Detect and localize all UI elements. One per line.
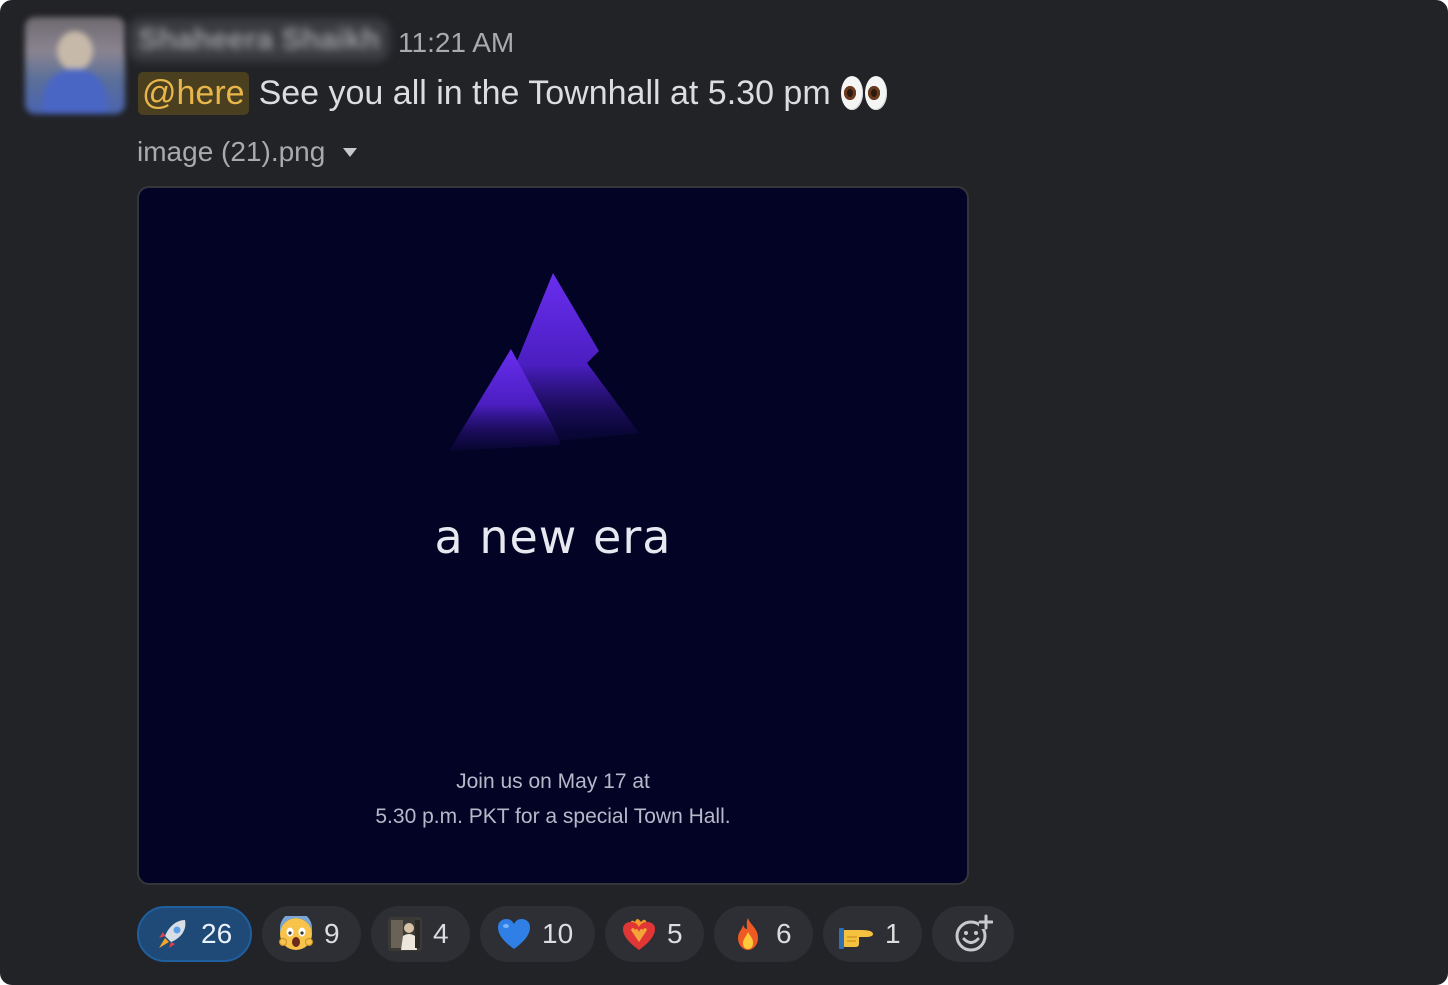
reaction-count: 6 <box>776 918 792 949</box>
reaction-blue-heart[interactable]: 10 <box>480 906 595 962</box>
add-emoji-icon <box>955 914 993 952</box>
attachment-filename[interactable]: image (21).png <box>137 132 325 172</box>
message-body: See you all in the Townhall at 5.30 pm <box>258 73 831 112</box>
timestamp[interactable]: 11:21 AM <box>398 26 514 60</box>
reaction-count: 9 <box>324 918 340 949</box>
brand-logo <box>449 273 639 451</box>
eyes-emoji <box>840 76 887 110</box>
reaction-rocket[interactable]: 26 <box>137 906 252 962</box>
attachment-header: image (21).png <box>137 132 358 172</box>
reaction-count: 10 <box>542 918 574 949</box>
reaction-count: 26 <box>201 918 233 949</box>
rocket-emoji <box>155 916 191 952</box>
message-text: @here See you all in the Townhall at 5.3… <box>138 70 887 116</box>
message-panel: Shaheera Shaikh 11:21 AM @here See you a… <box>0 0 1448 985</box>
avatar[interactable] <box>25 17 125 114</box>
reaction-fire[interactable]: 6 <box>714 906 813 962</box>
custom-person-icon <box>387 916 423 952</box>
invite-line-2: 5.30 p.m. PKT for a special Town Hall. <box>375 805 731 828</box>
attachment-image[interactable]: a new era Join us on May 17 at 5.30 p.m.… <box>137 186 969 885</box>
reaction-count: 5 <box>667 918 683 949</box>
reaction-pointing-hand[interactable]: 1 <box>823 906 922 962</box>
reaction-custom-person[interactable]: 4 <box>371 906 470 962</box>
username[interactable]: Shaheera Shaikh <box>128 18 390 62</box>
reaction-count: 1 <box>885 918 901 949</box>
invite-line-1: Join us on May 17 at <box>456 770 650 793</box>
screaming-face-icon <box>278 916 314 952</box>
fire-icon <box>730 916 766 952</box>
here-mention[interactable]: @here <box>138 71 249 115</box>
tagline: a new era <box>434 510 672 564</box>
add-reaction-button[interactable] <box>932 906 1014 962</box>
blue-heart-icon <box>496 916 532 952</box>
reaction-bar: 26 9 4 10 5 6 1 <box>137 906 1014 962</box>
reaction-count: 4 <box>433 918 449 949</box>
chevron-down-icon[interactable] <box>343 147 358 157</box>
heart-on-fire-icon <box>621 916 657 952</box>
reaction-screaming-face[interactable]: 9 <box>262 906 361 962</box>
pointing-hand-icon <box>839 916 875 952</box>
reaction-heart-on-fire[interactable]: 5 <box>605 906 704 962</box>
